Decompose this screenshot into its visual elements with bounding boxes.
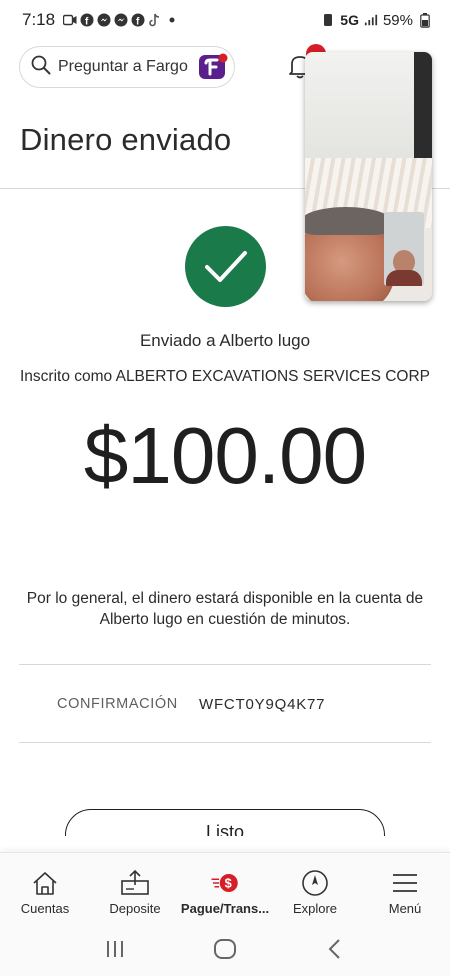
- self-shirt: [386, 270, 422, 286]
- availability-note: Por lo general, el dinero estará disponi…: [26, 590, 424, 628]
- messenger-icon: [114, 13, 128, 27]
- status-time: 7:18: [22, 10, 56, 29]
- confirmation-code: WFCT0Y9Q4K77: [199, 696, 326, 713]
- recipient-text: Enviado a Alberto lugo: [139, 331, 311, 350]
- nav-item-deposite[interactable]: Deposite: [90, 853, 180, 922]
- notification-icons: f f: [63, 13, 179, 27]
- divider: [19, 742, 431, 743]
- nav-label: Explore: [292, 901, 338, 916]
- enrolled-as-text: Inscrito como ALBERTO EXCAVATIONS SERVIC…: [19, 368, 431, 385]
- video-call-window[interactable]: [305, 52, 432, 301]
- video-call-icon: [63, 13, 77, 27]
- status-bar: 7:18 f f 5G 59%: [0, 0, 450, 40]
- tiktok-icon: [148, 13, 162, 27]
- nav-item-cuentas[interactable]: Cuentas: [0, 853, 90, 922]
- nav-item-menu[interactable]: Menú: [360, 853, 450, 922]
- dot-icon: [165, 13, 179, 27]
- search-label: Preguntar a Fargo: [58, 58, 188, 75]
- fargo-assistant-icon: [198, 52, 228, 82]
- messenger-icon: [97, 13, 111, 27]
- video-background: [414, 52, 432, 162]
- deposit-check-icon: [120, 869, 150, 897]
- nav-item-explore[interactable]: Explore: [270, 853, 360, 922]
- svg-text:$: $: [225, 876, 232, 891]
- facebook-icon: f: [131, 13, 145, 27]
- divider: [19, 664, 431, 665]
- search-icon: [30, 54, 52, 81]
- vibrate-icon: [321, 13, 335, 27]
- caller-hair: [305, 207, 391, 235]
- system-nav-bar: [0, 922, 450, 976]
- self-view-pip[interactable]: [384, 212, 424, 286]
- compass-icon: [300, 869, 330, 897]
- confirmation-label: CONFIRMACIÓN: [57, 696, 178, 712]
- page-title: Dinero enviado: [20, 122, 232, 157]
- back-icon[interactable]: [315, 934, 355, 964]
- battery-percent: 59%: [382, 11, 413, 29]
- network-type: 5G: [340, 12, 359, 28]
- success-check-icon: [185, 226, 266, 307]
- nav-label: Menú: [388, 901, 422, 916]
- home-icon[interactable]: [205, 934, 245, 964]
- ask-fargo-search[interactable]: Preguntar a Fargo: [19, 46, 235, 88]
- nav-item-pague-transfiera[interactable]: $ Pague/Trans...: [180, 853, 270, 922]
- video-background: [305, 52, 432, 162]
- house-icon: [30, 869, 60, 897]
- nav-label: Deposite: [109, 901, 161, 916]
- nav-label: Cuentas: [20, 901, 70, 916]
- signal-icon: [364, 13, 378, 27]
- amount-sent: $100.00: [83, 411, 367, 500]
- nav-label: Pague/Trans...: [180, 901, 270, 916]
- facebook-icon: f: [80, 13, 94, 27]
- hamburger-icon: [390, 869, 420, 897]
- bottom-nav: Cuentas Deposite $ Pague/Trans... Explor…: [0, 852, 450, 922]
- status-right: 5G 59%: [321, 12, 432, 29]
- pay-transfer-icon: $: [210, 869, 240, 897]
- recent-apps-icon[interactable]: [95, 934, 135, 964]
- battery-icon: [418, 12, 432, 28]
